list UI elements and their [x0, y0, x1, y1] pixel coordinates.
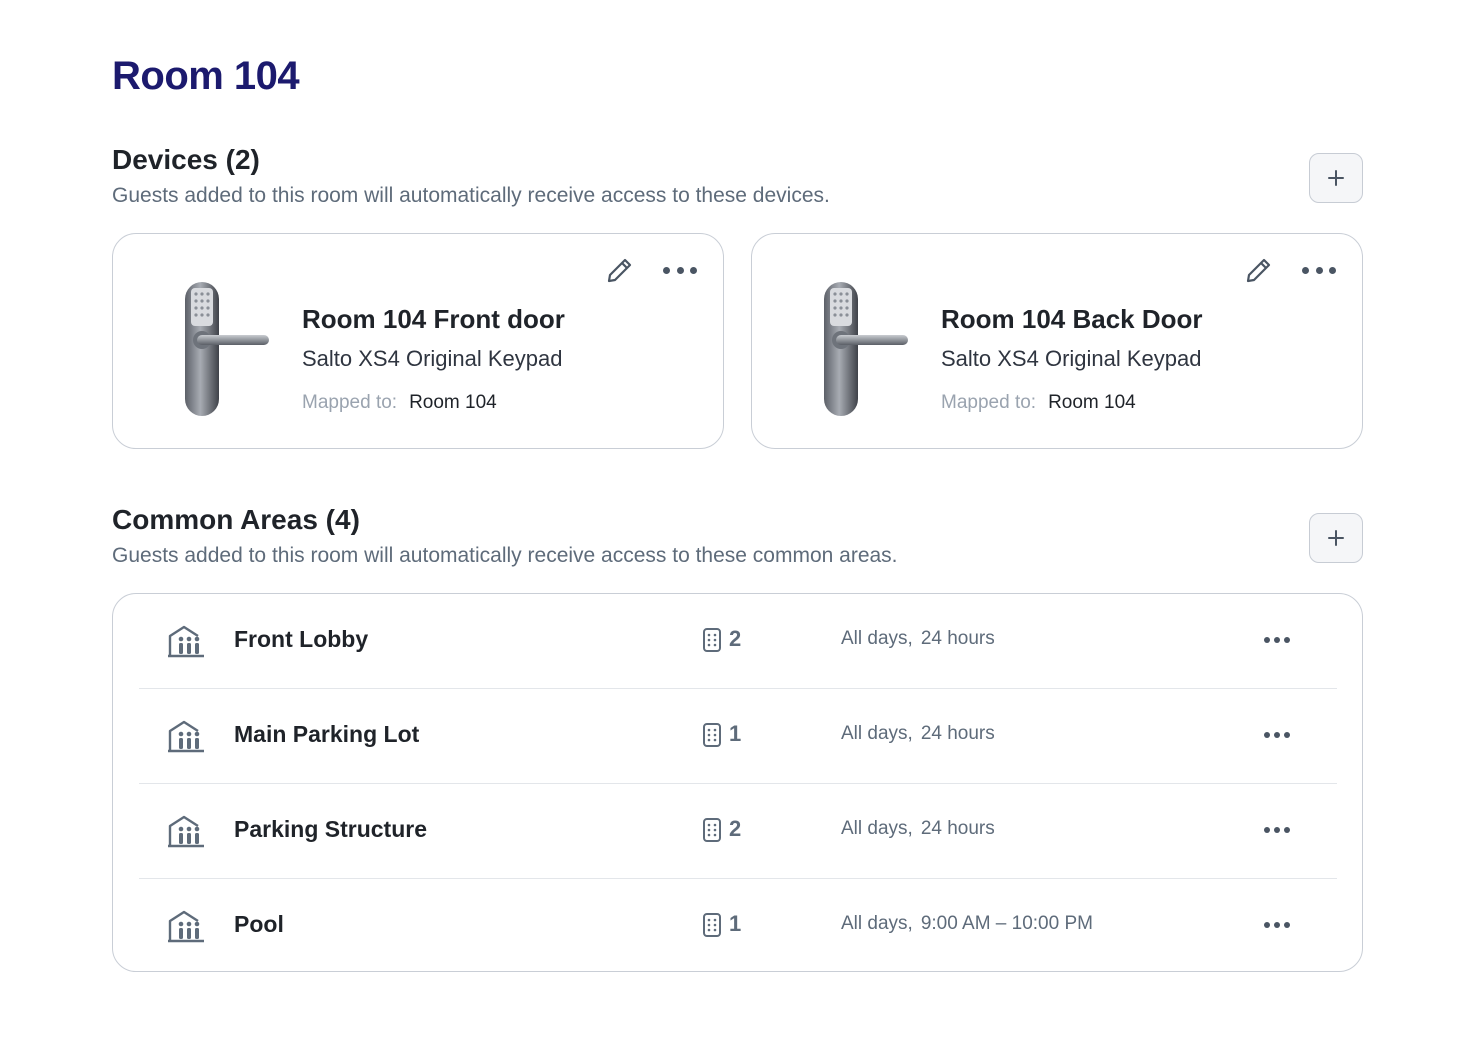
devices-subtitle: Guests added to this room will automatic…: [112, 184, 830, 207]
schedule-hours: 24 hours: [920, 818, 995, 839]
common-area-building-icon: [168, 625, 204, 658]
area-name: Parking Structure: [234, 816, 427, 842]
schedule-days: All days,: [841, 723, 913, 744]
common-area-building-icon: [168, 910, 204, 943]
devices-header: Devices (2) Guests added to this room wi…: [112, 144, 830, 208]
area-name: Front Lobby: [234, 626, 369, 652]
keypad-lock-image: [824, 282, 908, 416]
list-item[interactable]: Front Lobby 2 All days, 24 hours: [139, 594, 1337, 689]
list-item[interactable]: Pool 1 All days, 9:00 AM – 10:00 PM: [139, 879, 1337, 971]
mapped-label: Mapped to:: [941, 392, 1037, 413]
lock-count: 1: [729, 911, 742, 936]
edit-pencil-icon[interactable]: [1245, 256, 1273, 284]
keypad-lock-icon: [703, 723, 721, 747]
more-options-icon[interactable]: [1264, 632, 1290, 648]
schedule-days: All days,: [841, 913, 913, 934]
keypad-lock-icon: [703, 628, 721, 652]
list-item[interactable]: Parking Structure 2 All days, 24 hours: [139, 784, 1337, 879]
device-mapping: Mapped to: Room 104: [302, 392, 497, 414]
access-schedule: All days, 24 hours: [841, 723, 995, 745]
mapped-value: Room 104: [409, 392, 497, 413]
schedule-days: All days,: [841, 628, 913, 649]
plus-icon: [1328, 170, 1344, 186]
area-name: Pool: [234, 911, 284, 937]
schedule-hours: 24 hours: [920, 628, 995, 649]
device-name: Room 104 Front door: [302, 304, 565, 334]
area-name: Main Parking Lot: [234, 721, 420, 747]
devices-title: Devices (2): [112, 144, 260, 175]
keypad-lock-image: [185, 282, 269, 416]
lock-count: 1: [729, 721, 742, 746]
plus-icon: [1328, 530, 1344, 546]
more-options-icon[interactable]: [1264, 917, 1290, 933]
device-card[interactable]: Room 104 Back Door Salto XS4 Original Ke…: [751, 233, 1363, 449]
common-area-building-icon: [168, 815, 204, 848]
common-areas-list: Front Lobby 2 All days, 24 hours Main Par…: [112, 593, 1363, 972]
keypad-lock-icon: [703, 913, 721, 937]
common-areas-header: Common Areas (4) Guests added to this ro…: [112, 504, 898, 568]
add-common-area-button[interactable]: [1309, 513, 1363, 563]
edit-pencil-icon[interactable]: [606, 256, 634, 284]
device-name: Room 104 Back Door: [941, 304, 1203, 334]
keypad-lock-icon: [703, 818, 721, 842]
common-areas-title: Common Areas (4): [112, 504, 360, 535]
access-schedule: All days, 24 hours: [841, 628, 995, 650]
access-schedule: All days, 9:00 AM – 10:00 PM: [841, 913, 1093, 935]
schedule-hours: 9:00 AM – 10:00 PM: [920, 913, 1093, 934]
list-item[interactable]: Main Parking Lot 1 All days, 24 hours: [139, 689, 1337, 784]
device-card[interactable]: Room 104 Front door Salto XS4 Original K…: [112, 233, 724, 449]
schedule-days: All days,: [841, 818, 913, 839]
device-model: Salto XS4 Original Keypad: [302, 346, 563, 371]
lock-count: 2: [729, 626, 742, 651]
more-options-icon[interactable]: [1264, 727, 1290, 743]
device-mapping: Mapped to: Room 104: [941, 392, 1136, 414]
access-schedule: All days, 24 hours: [841, 818, 995, 840]
mapped-value: Room 104: [1048, 392, 1136, 413]
schedule-hours: 24 hours: [920, 723, 995, 744]
more-options-icon[interactable]: [663, 258, 697, 282]
common-area-building-icon: [168, 720, 204, 753]
more-options-icon[interactable]: [1302, 258, 1336, 282]
device-model: Salto XS4 Original Keypad: [941, 346, 1202, 371]
add-device-button[interactable]: [1309, 153, 1363, 203]
common-areas-subtitle: Guests added to this room will automatic…: [112, 544, 898, 567]
more-options-icon[interactable]: [1264, 822, 1290, 838]
lock-count: 2: [729, 816, 742, 841]
page-title: Room 104: [112, 54, 300, 98]
mapped-label: Mapped to:: [302, 392, 398, 413]
